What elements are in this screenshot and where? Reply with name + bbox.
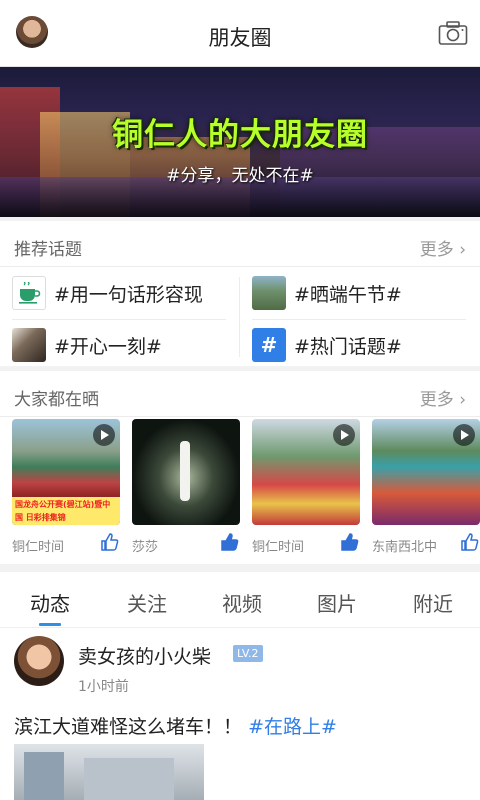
post-content: 滨江大道难怪这么堵车！！ #在路上#	[14, 712, 337, 739]
level-badge: LV.2	[233, 645, 263, 662]
tea-cup-icon	[12, 276, 46, 310]
card-author: 莎莎	[132, 540, 159, 555]
topics-label: 推荐话题	[14, 240, 82, 260]
thumbs-up-icon[interactable]	[340, 532, 360, 552]
topic-item[interactable]: #晒端午节#	[252, 267, 402, 319]
video-thumbnail[interactable]: 国龙舟公开赛(碧江站)暨中国 日彩排集锦	[12, 419, 120, 525]
card-meta: 铜仁时间	[252, 525, 360, 559]
thumbs-up-icon[interactable]	[460, 532, 480, 552]
active-tab-indicator	[39, 623, 61, 626]
tab-nearby[interactable]: 附近	[385, 588, 480, 617]
video-thumbnail[interactable]	[252, 419, 360, 525]
tab-following[interactable]: 关注	[99, 588, 195, 617]
image-building	[24, 752, 64, 800]
figure-silhouette	[180, 441, 190, 501]
video-card[interactable]: 东南西北中	[372, 419, 480, 559]
topic-label: #开心一刻#	[54, 335, 162, 358]
thumbs-up-icon[interactable]	[220, 532, 240, 552]
recommended-topics: 推荐话题 更多 › #用一句话形容现 #晒端午节# #开心一刻# # #热门话题…	[0, 221, 480, 366]
thumbs-up-icon[interactable]	[100, 532, 120, 552]
people-photo	[12, 328, 46, 362]
feed-tabs: 动态 关注 视频 图片 附近	[0, 572, 480, 628]
tab-video[interactable]: 视频	[194, 588, 290, 617]
page-title: 朋友圈	[208, 26, 272, 50]
topic-item[interactable]: # #热门话题#	[252, 319, 402, 371]
topics-more-link[interactable]: 更多 ›	[420, 235, 466, 260]
card-author: 铜仁时间	[252, 540, 305, 555]
park-photo	[252, 276, 286, 310]
topic-label: #热门话题#	[294, 335, 402, 358]
more-label: 更多	[419, 390, 454, 410]
card-meta: 莎莎	[132, 525, 240, 559]
video-thumbnail[interactable]	[372, 419, 480, 525]
divider	[12, 319, 226, 320]
topic-label: #晒端午节#	[294, 283, 402, 306]
banner-headline: 铜仁人的大朋友圈	[112, 117, 368, 153]
tab-images[interactable]: 图片	[289, 588, 385, 617]
divider	[239, 277, 240, 357]
topic-item[interactable]: #用一句话形容现	[12, 267, 203, 319]
card-author: 铜仁时间	[12, 540, 65, 555]
topic-label: #用一句话形容现	[54, 283, 203, 306]
camera-icon[interactable]	[438, 20, 468, 46]
card-meta: 铜仁时间	[12, 525, 120, 559]
more-label: 更多	[419, 240, 454, 260]
post-username[interactable]: 卖女孩的小火柴	[78, 642, 211, 669]
divider	[252, 319, 466, 320]
banner-subline: #分享，无处不在#	[166, 166, 314, 186]
post-hashtag[interactable]: #在路上#	[248, 716, 337, 738]
play-icon[interactable]	[93, 424, 115, 446]
banner[interactable]: 铜仁人的大朋友圈 #分享，无处不在#	[0, 67, 480, 217]
feed: 动态 关注 视频 图片 附近 卖女孩的小火柴 LV.2 1小时前 滨江大道难怪这…	[0, 572, 480, 800]
video-card[interactable]: 铜仁时间	[252, 419, 360, 559]
topics-header: 推荐话题 更多 ›	[0, 221, 480, 267]
photo-thumbnail[interactable]	[132, 419, 240, 525]
chevron-right-icon: ›	[453, 390, 466, 410]
card-author: 东南西北中	[372, 540, 438, 555]
video-card[interactable]: 国龙舟公开赛(碧江站)暨中国 日彩排集锦 铜仁时间	[12, 419, 120, 559]
post-timestamp: 1小时前	[78, 679, 129, 695]
post-body: 滨江大道难怪这么堵车！！	[14, 716, 243, 738]
thumbnail-caption: 国龙舟公开赛(碧江站)暨中国 日彩排集锦	[12, 497, 120, 525]
gallery-more-link[interactable]: 更多 ›	[420, 385, 466, 410]
gallery-header: 大家都在晒 更多 ›	[0, 371, 480, 417]
everyone-sharing: 大家都在晒 更多 › 国龙舟公开赛(碧江站)暨中国 日彩排集锦 铜仁时间 莎莎	[0, 371, 480, 564]
top-bar: 朋友圈	[0, 0, 480, 67]
topic-item[interactable]: #开心一刻#	[12, 319, 162, 371]
play-icon[interactable]	[453, 424, 475, 446]
card-meta: 东南西北中	[372, 525, 480, 559]
post-author-avatar[interactable]	[14, 636, 64, 686]
video-card[interactable]: 莎莎	[132, 419, 240, 559]
gallery-label: 大家都在晒	[14, 390, 99, 410]
post-image[interactable]	[14, 744, 204, 800]
hash-icon: #	[252, 328, 286, 362]
image-building	[84, 758, 174, 800]
tab-dynamic[interactable]: 动态	[2, 588, 98, 617]
chevron-right-icon: ›	[453, 240, 466, 260]
play-icon[interactable]	[333, 424, 355, 446]
